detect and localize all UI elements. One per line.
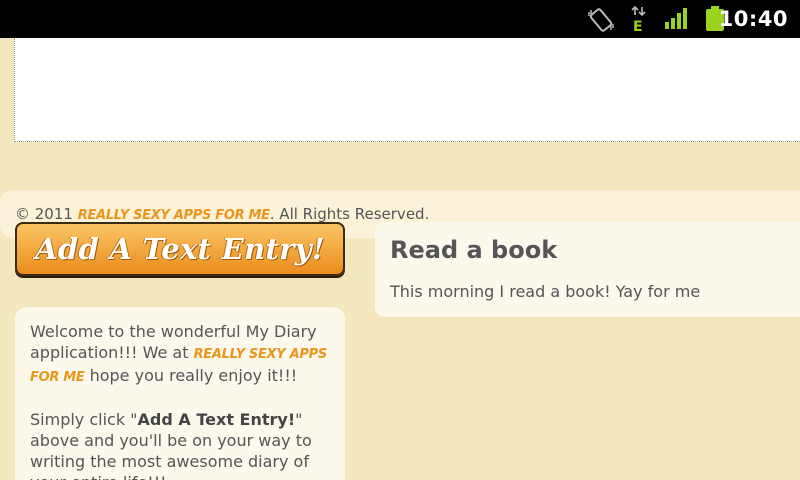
brand-link[interactable]: REALLY SEXY APPS FOR ME <box>78 208 270 223</box>
rotate-icon <box>588 8 614 32</box>
diary-entry-card[interactable]: Read a book This morning I read a book! … <box>375 222 800 317</box>
signal-icon <box>665 8 687 29</box>
network-letter: E <box>633 19 643 32</box>
welcome-panel: Welcome to the wonderful My Diary applic… <box>15 307 345 480</box>
welcome-paragraph-2: Simply click "Add A Text Entry!" above a… <box>30 409 330 480</box>
entry-text-area[interactable] <box>14 38 800 142</box>
welcome-text-end: hope you really enjoy it!!! <box>89 366 298 385</box>
instruction-bold: Add A Text Entry! <box>137 410 296 429</box>
entry-text: This morning I read a book! Yay for me <box>390 282 701 301</box>
entry-title: Read a book <box>390 236 558 264</box>
instruction-start: Simply click " <box>30 410 138 429</box>
welcome-paragraph-1: Welcome to the wonderful My Diary applic… <box>30 321 330 388</box>
clock: 10:40 <box>718 7 788 31</box>
copyright-prefix: © 2011 <box>15 205 73 223</box>
copyright: © 2011 REALLY SEXY APPS FOR ME. All Righ… <box>15 205 429 223</box>
copyright-suffix: . All Rights Reserved. <box>269 205 430 223</box>
status-bar: E 10:40 <box>0 0 800 38</box>
data-e-icon: E <box>631 6 646 32</box>
add-text-entry-button[interactable]: Add A Text Entry! <box>15 222 345 276</box>
add-text-entry-label: Add A Text Entry! <box>35 232 325 266</box>
